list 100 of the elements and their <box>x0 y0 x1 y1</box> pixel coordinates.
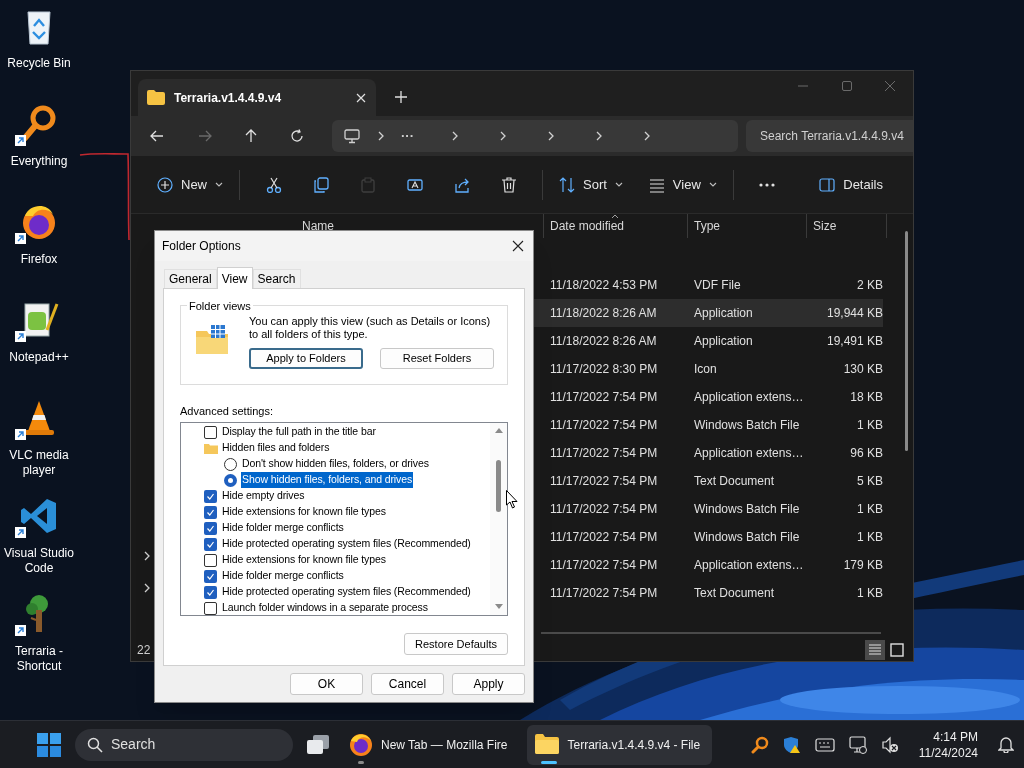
setting-label[interactable]: Hide protected operating system files (Recommended) <box>222 584 471 600</box>
path-ellipsis[interactable]: ··· <box>401 126 414 146</box>
radio-button[interactable] <box>224 473 237 487</box>
desktop-icon-label[interactable]: Firefox <box>0 252 78 267</box>
checkbox[interactable] <box>204 553 217 567</box>
maximize-icon[interactable] <box>842 81 852 91</box>
shield-warning-icon[interactable] <box>782 735 801 754</box>
setting-label[interactable]: Hide folder merge conflicts <box>222 520 344 536</box>
desktop-icon-label[interactable]: Terraria - Shortcut <box>0 644 78 674</box>
scroll-up-icon[interactable] <box>494 428 503 434</box>
volume-muted-icon[interactable] <box>880 735 899 754</box>
desktop-icon-label[interactable]: Everything <box>0 154 78 169</box>
checkbox[interactable] <box>204 521 217 535</box>
checkbox[interactable] <box>204 585 217 599</box>
magnifier-icon[interactable] <box>750 735 769 754</box>
view-button[interactable]: View <box>642 167 723 202</box>
explorer-tab[interactable]: Terraria.v1.4.4.9.v4 <box>138 79 376 116</box>
tiles-view-button[interactable] <box>887 640 907 660</box>
size-cell-text: 18 KB <box>849 389 883 406</box>
sort-button[interactable]: Sort <box>553 167 629 202</box>
search-placeholder: Search <box>111 735 156 754</box>
caret-icon <box>215 181 223 188</box>
folder-view-button[interactable]: Reset Folders <box>380 348 494 369</box>
vscode-icon[interactable] <box>19 496 59 536</box>
share-icon <box>453 176 470 193</box>
new-button[interactable]: New <box>151 167 229 202</box>
type-cell-text: Application <box>693 333 754 350</box>
setting-label[interactable]: Launch folder windows in a separate process <box>222 600 428 615</box>
clock[interactable]: 4:14 PM 11/24/2024 <box>918 728 978 761</box>
desktop-icon-label[interactable]: VLC media player <box>0 448 78 478</box>
scrollbar-thumb[interactable] <box>496 460 501 512</box>
setting-label[interactable]: Don't show hidden files, folders, or drives <box>241 456 430 472</box>
checkbox[interactable] <box>204 505 217 519</box>
setting-label[interactable]: Hide extensions for known file types <box>222 504 386 520</box>
monitor-icon <box>344 128 360 144</box>
radio-button[interactable] <box>224 457 237 471</box>
dialog-button[interactable]: Cancel <box>371 673 444 695</box>
setting-label[interactable]: Hide extensions for known file types <box>222 552 386 568</box>
network-icon[interactable] <box>848 735 867 754</box>
search-field[interactable]: Search Terraria.v1.4.4.9.v4 <box>746 120 913 152</box>
type-cell-text: Icon <box>693 361 718 378</box>
taskbar-app-button[interactable]: Terraria.v1.4.4.9.v4 - File <box>527 724 713 765</box>
checkbox[interactable] <box>204 569 217 583</box>
setting-label[interactable]: Hide empty drives <box>222 488 305 504</box>
vertical-scrollbar[interactable] <box>490 423 507 615</box>
column-header[interactable]: Type <box>688 214 807 238</box>
windows-logo-icon[interactable] <box>37 732 61 757</box>
settings-list[interactable] <box>180 422 508 616</box>
details-button[interactable]: Details <box>813 167 889 202</box>
date-cell-text: 11/17/2022 7:54 PM <box>549 585 659 602</box>
bell-icon[interactable] <box>998 736 1014 753</box>
running-indicator <box>358 760 364 764</box>
type-cell-text: Application <box>693 305 754 322</box>
size-cell-text: 19,944 KB <box>825 305 883 322</box>
trash-icon <box>500 176 517 193</box>
dialog-tab[interactable]: View <box>216 267 253 289</box>
scrollbar-thumb[interactable] <box>905 231 908 451</box>
desktop-icon-label[interactable]: Visual Studio Code <box>0 546 78 576</box>
plus-icon[interactable] <box>395 91 407 103</box>
dialog-button[interactable]: OK <box>290 673 363 695</box>
restore-defaults-button[interactable]: Restore Defaults <box>404 633 508 655</box>
checkbox[interactable] <box>204 601 217 615</box>
forward-arrow-icon[interactable] <box>198 129 212 143</box>
column-header[interactable]: Size <box>807 214 887 238</box>
size-cell-text: 1 KB <box>856 417 883 434</box>
checkbox[interactable] <box>204 537 217 551</box>
dialog-tab[interactable]: Search <box>252 269 301 288</box>
scroll-down-icon[interactable] <box>494 604 503 610</box>
dialog-button[interactable]: Apply <box>452 673 525 695</box>
column-header[interactable]: Date modified <box>544 214 688 238</box>
copy-icon <box>312 176 329 193</box>
date-cell-text: 11/17/2022 8:30 PM <box>549 361 659 378</box>
type-cell-text: Application extens… <box>693 557 805 574</box>
desktop-icon-label[interactable]: Recycle Bin <box>0 56 78 71</box>
refresh-icon[interactable] <box>290 129 304 143</box>
up-arrow-icon[interactable] <box>244 129 258 143</box>
date-cell-text: 11/17/2022 7:54 PM <box>549 501 659 518</box>
taskbar-app-button[interactable]: New Tab — Mozilla Fire <box>341 724 520 765</box>
type-cell-text: Text Document <box>693 473 776 490</box>
type-cell-text: VDF File <box>693 277 742 294</box>
dialog-tab[interactable]: General <box>164 269 217 288</box>
task-view-icon[interactable] <box>305 733 331 756</box>
setting-label[interactable]: Show hidden files, folders, and drives <box>241 472 414 488</box>
date-cell-text: 11/17/2022 7:54 PM <box>549 557 659 574</box>
address-bar[interactable]: ··· <box>332 120 738 152</box>
taskbar-search-field[interactable]: Search <box>75 728 293 761</box>
setting-label[interactable]: Hide folder merge conflicts <box>222 568 344 584</box>
tab-title: Terraria.v1.4.4.9.v4 <box>174 89 282 107</box>
folder-grid-icon <box>195 323 229 355</box>
folder-view-button[interactable]: Apply to Folders <box>249 348 363 369</box>
date-cell-text: 11/17/2022 7:54 PM <box>549 529 659 546</box>
keyboard-icon[interactable] <box>814 737 835 752</box>
setting-label[interactable]: Display the full path in the title bar <box>222 424 376 440</box>
setting-label[interactable]: Hide protected operating system files (Recommended) <box>222 536 471 552</box>
back-arrow-icon[interactable] <box>150 129 164 143</box>
checkbox[interactable] <box>204 425 217 439</box>
close-icon[interactable] <box>512 240 524 252</box>
checkbox[interactable] <box>204 489 217 503</box>
desktop-icon-label[interactable]: Notepad++ <box>0 350 78 365</box>
sort-caret-icon <box>611 214 619 219</box>
